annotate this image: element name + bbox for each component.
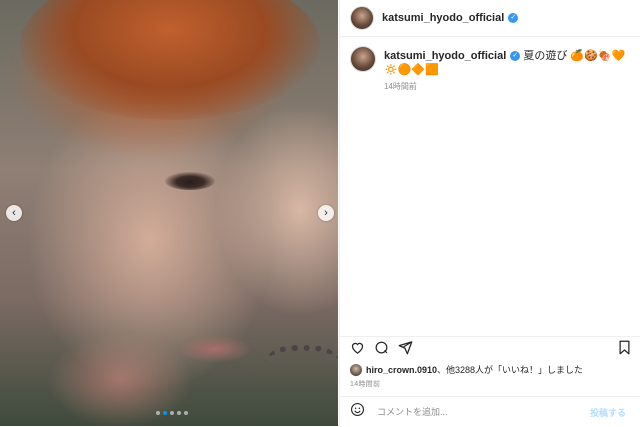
photo-lips — [180, 336, 250, 362]
post-timestamp[interactable]: 14時間前 — [350, 379, 380, 389]
carousel-next-button[interactable]: › — [318, 205, 334, 221]
carousel-dot — [177, 411, 181, 415]
photo-hair — [20, 0, 320, 120]
action-bar — [340, 336, 640, 359]
comment-input[interactable] — [375, 406, 584, 418]
comment-bar: 投稿する — [340, 396, 640, 427]
post-photo[interactable]: ‹ › — [0, 0, 338, 426]
likes-summary: hiro_crown.0910 、他3288人が「いいね！」しました — [350, 363, 583, 376]
caption-username[interactable]: katsumi_hyodo_official — [384, 50, 506, 62]
photo-eye — [165, 172, 215, 190]
share-icon[interactable] — [398, 340, 413, 355]
comment-icon[interactable] — [374, 340, 389, 355]
verified-badge-icon: ✓ — [510, 51, 521, 62]
caption-timestamp[interactable]: 14時間前 — [384, 81, 631, 92]
verified-badge-icon: ✓ — [508, 13, 519, 23]
carousel-dot — [184, 411, 188, 415]
post-detail-panel: katsumi_hyodo_official ✓ katsumi_hyodo_o… — [339, 0, 640, 426]
chevron-right-icon: › — [324, 207, 328, 219]
emoji-icon[interactable] — [350, 402, 365, 422]
liker-avatar[interactable] — [350, 363, 362, 376]
post-header: katsumi_hyodo_official ✓ — [340, 0, 640, 37]
carousel-indicator — [156, 411, 188, 415]
carousel-dot — [170, 411, 174, 415]
photo-chain — [265, 345, 338, 391]
carousel-dot — [156, 411, 160, 415]
heart-icon[interactable] — [350, 340, 365, 355]
carousel-dot-active — [163, 411, 167, 415]
chevron-left-icon: ‹ — [12, 207, 16, 219]
caption: katsumi_hyodo_official ✓ 夏の遊び 🍊🍪🍖🧡🔅🟠🔶🟧 14… — [340, 37, 640, 92]
bookmark-icon[interactable] — [618, 340, 631, 355]
header-username[interactable]: katsumi_hyodo_official — [382, 12, 504, 24]
caption-avatar[interactable] — [350, 46, 376, 72]
liker-username[interactable]: hiro_crown.0910 — [366, 365, 437, 375]
likes-count-text[interactable]: 、他3288人が「いいね！」しました — [437, 363, 583, 376]
post-comment-button[interactable]: 投稿する — [590, 406, 626, 419]
carousel-prev-button[interactable]: ‹ — [6, 205, 22, 221]
avatar[interactable] — [350, 6, 374, 30]
